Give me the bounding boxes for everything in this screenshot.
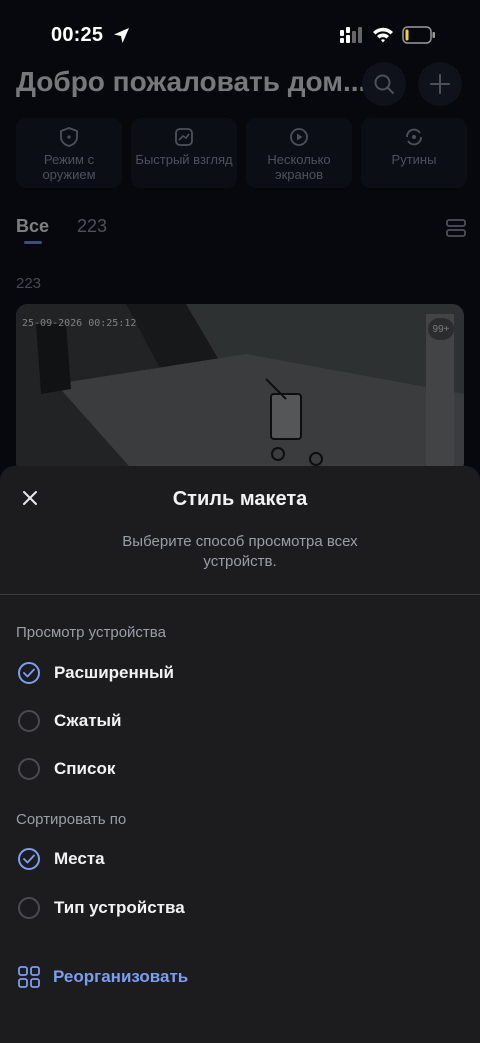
- tab-all[interactable]: Все: [16, 216, 49, 237]
- option-label: Сжатый: [54, 711, 122, 730]
- quick-action-label: Режим с оружием: [42, 152, 96, 182]
- sheet-subtitle: Выберите способ просмотра всех устройств…: [122, 533, 358, 570]
- camera-feed-image: [16, 304, 464, 474]
- search-icon: [374, 74, 394, 94]
- play-icon: [290, 128, 308, 146]
- sheet-title: Стиль макета: [172, 488, 308, 510]
- option-label: Тип устройства: [54, 898, 185, 917]
- radio-unchecked[interactable]: [18, 710, 40, 732]
- routine-icon: [406, 128, 422, 146]
- wifi-icon: [373, 27, 393, 43]
- battery-icon: [402, 26, 435, 44]
- tab-indicator: [24, 241, 42, 244]
- option-label: Список: [54, 759, 116, 778]
- quick-action-multiscreen[interactable]: Несколько экранов: [246, 118, 352, 188]
- notification-badge: 99+: [428, 318, 454, 340]
- option-expanded[interactable]: Расширенный: [18, 660, 174, 686]
- option-sort-places[interactable]: Места: [18, 846, 105, 872]
- cellular-signal-icon: [340, 27, 362, 43]
- radio-checked[interactable]: [18, 662, 40, 684]
- option-list[interactable]: Список: [18, 756, 115, 782]
- radio-unchecked[interactable]: [18, 897, 40, 919]
- sort-section-label: Сортировать по: [16, 811, 127, 828]
- plus-icon: [430, 74, 450, 94]
- location-arrow-icon: [114, 28, 129, 43]
- option-label: Места: [54, 849, 105, 868]
- quick-action-label: Рутины: [391, 152, 437, 167]
- tab-bar: Все 223: [16, 216, 107, 237]
- camera-preview[interactable]: 25-09-2026 00:25:12 99+: [16, 304, 464, 474]
- group-label: 223: [16, 275, 42, 292]
- checkmark-icon: [23, 668, 35, 678]
- layout-icon: [446, 219, 466, 237]
- option-sort-device-type[interactable]: Тип устройства: [18, 895, 185, 921]
- quick-actions: Режим с оружием Быстрый взгляд Несколько…: [16, 118, 467, 188]
- option-compact[interactable]: Сжатый: [18, 708, 122, 734]
- radio-unchecked[interactable]: [18, 758, 40, 780]
- device-view-section-label: Просмотр устройства: [16, 624, 166, 641]
- checkmark-icon: [23, 854, 35, 864]
- glance-icon: [175, 128, 193, 146]
- divider: [0, 594, 480, 595]
- reorganize-button[interactable]: Реорганизовать: [18, 966, 188, 988]
- quick-action-glance[interactable]: Быстрый взгляд: [131, 118, 237, 188]
- home-title: Добро пожаловать дом...: [16, 66, 367, 97]
- tab-223[interactable]: 223: [77, 216, 107, 237]
- quick-action-label: Несколько экранов: [267, 152, 331, 182]
- quick-action-label: Быстрый взгляд: [135, 152, 233, 167]
- option-label: Расширенный: [54, 663, 174, 682]
- status-bar: 00:25: [0, 0, 480, 70]
- grid-icon: [18, 966, 40, 988]
- status-time: 00:25: [51, 24, 104, 46]
- layout-style-button[interactable]: [446, 218, 466, 243]
- reorganize-label: Реорганизовать: [53, 967, 189, 986]
- radio-checked[interactable]: [18, 848, 40, 870]
- quick-action-routines[interactable]: Рутины: [361, 118, 467, 188]
- quick-action-armed[interactable]: Режим с оружием: [16, 118, 122, 188]
- shield-icon: [60, 127, 78, 147]
- camera-timestamp: 25-09-2026 00:25:12: [22, 318, 137, 329]
- layout-style-sheet: Стиль макета Выберите способ просмотра в…: [0, 466, 480, 1043]
